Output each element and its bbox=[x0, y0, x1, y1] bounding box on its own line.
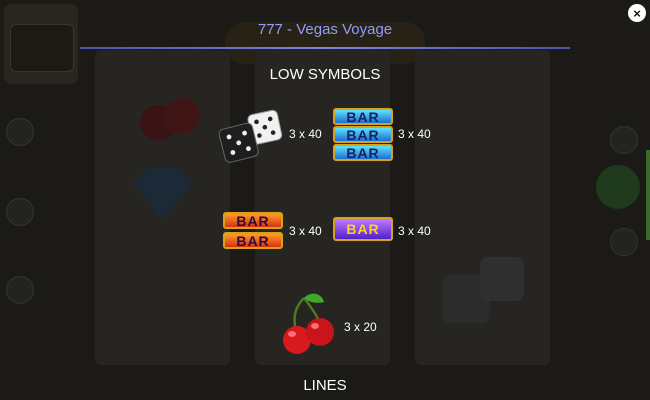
orange-bar-tile-1: BAR bbox=[223, 212, 283, 229]
dice-icon bbox=[218, 109, 283, 163]
spin-button-bg bbox=[596, 165, 640, 209]
bg-diamond-ghost bbox=[133, 168, 193, 220]
title-divider bbox=[80, 47, 570, 49]
bet-button-bg bbox=[610, 228, 638, 256]
bg-cherry-ghost bbox=[140, 98, 200, 141]
blue-bar-tile-2: BAR bbox=[333, 126, 393, 143]
section-lines: LINES bbox=[303, 377, 347, 394]
page-title: 777 - Vegas Voyage bbox=[257, 21, 393, 38]
close-icon[interactable]: × bbox=[628, 4, 646, 22]
purple-bar-payout: 3 x 40 bbox=[398, 224, 431, 238]
section-low-symbols: LOW SYMBOLS bbox=[269, 66, 381, 83]
right-edge-strip bbox=[646, 150, 650, 240]
cherries-icon bbox=[283, 293, 334, 354]
menu-button-bg bbox=[6, 118, 34, 146]
cherries-payout: 3 x 20 bbox=[344, 320, 377, 334]
orange-bar-payout: 3 x 40 bbox=[289, 224, 322, 238]
bg-dice-ghost bbox=[442, 257, 524, 323]
blue-bar-tile-3: BAR bbox=[333, 144, 393, 161]
purple-bar-tile: BAR bbox=[333, 217, 393, 241]
dice-payout: 3 x 40 bbox=[289, 127, 322, 141]
blue-bar-payout: 3 x 40 bbox=[398, 127, 431, 141]
turbo-button-bg bbox=[6, 198, 34, 226]
sound-button-bg bbox=[6, 276, 34, 304]
orange-bar-tile-2: BAR bbox=[223, 232, 283, 249]
blue-bar-tile-1: BAR bbox=[333, 108, 393, 125]
autoplay-button-bg bbox=[610, 126, 638, 154]
